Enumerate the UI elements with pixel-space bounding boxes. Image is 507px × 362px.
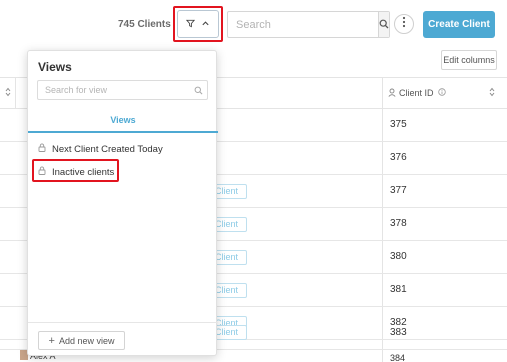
search-icon <box>379 16 389 34</box>
view-item-label: Next Client Created Today <box>52 143 163 155</box>
view-item-next-client-created-today[interactable]: Next Client Created Today <box>38 141 163 157</box>
client-id-cell: 378 <box>390 218 407 229</box>
client-id-cell: 384 <box>390 353 406 362</box>
person-icon <box>388 88 396 99</box>
search-button[interactable] <box>378 12 389 37</box>
client-id-cell: 377 <box>390 185 407 196</box>
client-id-cell: 381 <box>390 284 407 295</box>
lock-icon <box>38 166 46 178</box>
views-dropdown-panel: Views Views Next Client Created Today In… <box>27 50 218 356</box>
sort-control[interactable] <box>0 78 16 108</box>
search-icon <box>189 86 207 95</box>
client-id-header-label: Client ID <box>399 88 434 98</box>
add-new-view-button[interactable]: + Add new view <box>38 331 125 350</box>
add-new-view-label: Add new view <box>58 335 115 346</box>
view-item-label: Inactive clients <box>52 166 115 178</box>
client-id-cell: 376 <box>390 152 407 163</box>
views-filter-toggle-button[interactable] <box>177 10 219 38</box>
search-input[interactable] <box>228 12 378 37</box>
create-client-button[interactable]: Create Client <box>423 11 495 38</box>
tab-views[interactable]: Views <box>28 109 218 133</box>
panel-footer-divider <box>28 322 218 323</box>
sort-icon[interactable] <box>489 87 495 99</box>
clients-count: 745 Clients <box>118 19 171 30</box>
chevron-up-icon <box>201 15 210 33</box>
client-id-cell: 383 <box>390 327 407 338</box>
views-panel-title: Views <box>38 60 72 74</box>
edit-columns-button[interactable]: Edit columns <box>441 50 497 70</box>
more-options-button[interactable] <box>394 14 414 34</box>
plus-icon: + <box>48 334 55 347</box>
view-search-input[interactable] <box>38 81 189 99</box>
view-search-field <box>37 80 208 100</box>
filter-icon <box>185 15 196 33</box>
client-id-column-header[interactable]: Client ID <box>382 78 507 108</box>
client-id-cell: 375 <box>390 119 407 130</box>
info-icon <box>437 88 446 98</box>
client-search <box>227 11 390 38</box>
client-id-cell: 380 <box>390 251 407 262</box>
lock-icon <box>38 143 46 155</box>
sort-icon <box>5 84 11 102</box>
view-item-inactive-clients[interactable]: Inactive clients <box>38 164 114 180</box>
vertical-dots-icon <box>402 15 406 33</box>
